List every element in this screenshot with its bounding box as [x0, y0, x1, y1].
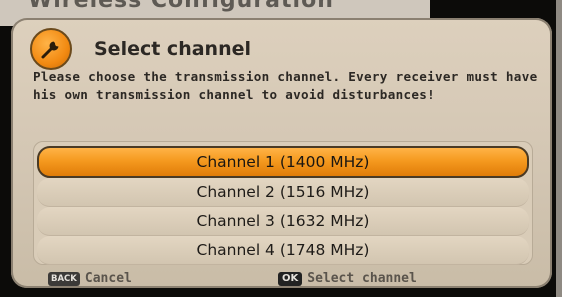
dialog-footer: BACK Cancel OK Select channel — [48, 271, 518, 289]
select-channel-label: Select channel — [307, 271, 417, 286]
ok-key-icon: OK — [278, 271, 303, 286]
background-window-edge — [556, 0, 562, 297]
channel-option-4[interactable]: Channel 4 (1748 MHz) — [37, 236, 529, 265]
channel-option-3[interactable]: Channel 3 (1632 MHz) — [37, 207, 529, 236]
cancel-label: Cancel — [84, 271, 132, 286]
dialog-description: Please choose the transmission channel. … — [33, 69, 538, 102]
channel-option-2[interactable]: Channel 2 (1516 MHz) — [37, 178, 529, 207]
background-window-title: Wireless Configuration — [28, 0, 334, 13]
wrench-icon — [30, 28, 72, 70]
channel-option-1[interactable]: Channel 1 (1400 MHz) — [37, 146, 529, 178]
back-key-icon: BACK — [48, 271, 80, 286]
channel-list: Channel 1 (1400 MHz) Channel 2 (1516 MHz… — [33, 141, 533, 265]
select-channel-button[interactable]: OK Select channel — [278, 271, 417, 286]
select-channel-dialog: Select channel Please choose the transmi… — [11, 18, 552, 288]
cancel-button[interactable]: BACK Cancel — [48, 271, 132, 286]
dialog-title: Select channel — [94, 38, 251, 60]
